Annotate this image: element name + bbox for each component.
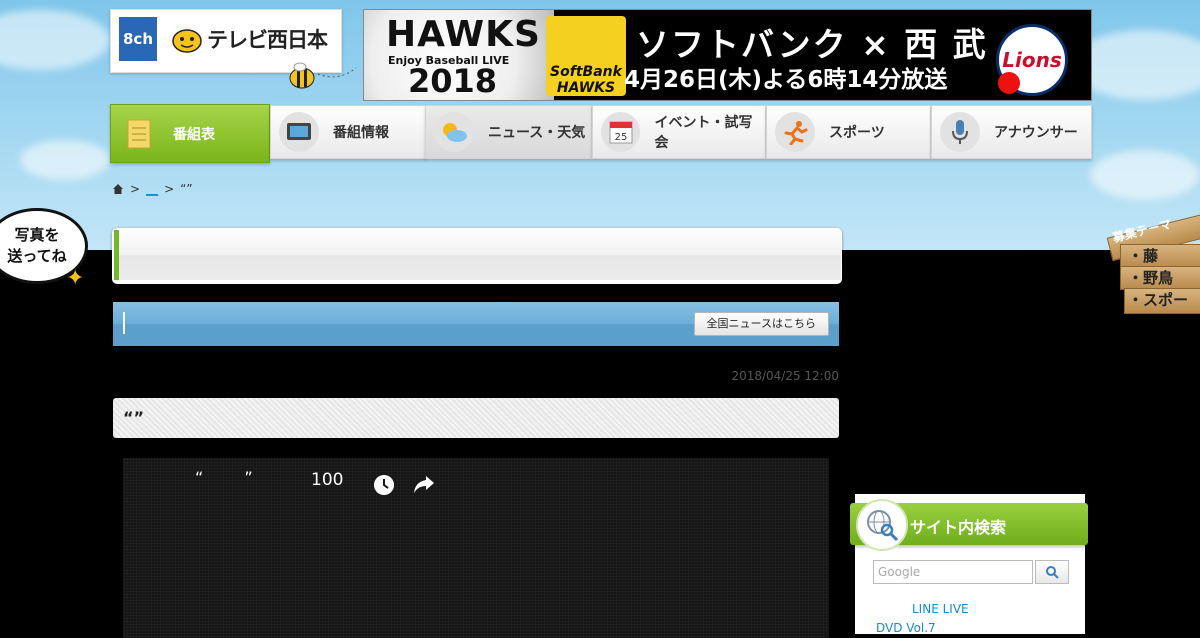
promo-banner[interactable]: HAWKS Enjoy Baseball LIVE 2018 SoftBank …: [363, 9, 1092, 101]
theme-item: ・野鳥: [1128, 269, 1174, 287]
globe-search-icon: [856, 499, 908, 551]
search-button[interactable]: [1035, 560, 1069, 584]
video-player[interactable]: “ ” 100: [123, 458, 829, 638]
sponsor-label: SoftBank HAWKS: [550, 64, 622, 96]
station-name: テレビ西日本: [207, 28, 328, 52]
sparkle-icon: ✦: [66, 266, 85, 291]
video-view-count: 100: [311, 470, 344, 490]
site-search-input[interactable]: Google: [873, 560, 1033, 584]
banner-matchup: ソフトバンク × 西 武: [636, 25, 988, 64]
red-ball-icon: [998, 72, 1020, 94]
bee-icon: [289, 62, 357, 89]
mascot-icon: [172, 29, 202, 53]
news-header-bar: 全国ニュースはこちら: [113, 302, 839, 346]
site-search-header: サイト内検索: [850, 499, 1088, 551]
nav-item-events[interactable]: 25 イベント・試写会: [592, 105, 766, 159]
site-search-title: サイト内検索: [910, 518, 1007, 537]
nav-item-schedule[interactable]: 番組表: [110, 104, 270, 163]
banner-date: 4月26日(木)よる6時14分放送: [624, 67, 948, 93]
national-news-button[interactable]: 全国ニュースはこちら: [693, 312, 829, 336]
article-timestamp: 2018/04/25 12:00: [731, 369, 839, 383]
global-nav: 番組表 番組情報 ニュース・天気 25 イベント・試写会 スポーツ アナウンサー: [110, 104, 1092, 163]
nav-label: アナウンサー: [994, 125, 1078, 141]
nav-label: 番組情報: [333, 125, 389, 141]
sidebar-link[interactable]: DVD Vol.7: [876, 621, 936, 635]
banner-year: 2018: [408, 62, 498, 100]
weather-icon: [434, 112, 474, 152]
tv-icon: [279, 112, 319, 152]
theme-board[interactable]: 募集テーマ ・藤 ・野鳥 ・スポー: [1106, 210, 1200, 314]
breadcrumb-current: “”: [180, 182, 193, 196]
banner-hawks: HAWKS: [386, 14, 541, 55]
page-title-box: [112, 228, 842, 284]
nav-item-news[interactable]: ニュース・天気: [425, 105, 592, 159]
nav-item-programs[interactable]: 番組情報: [270, 105, 427, 159]
news-bar-mark: [123, 312, 125, 334]
calendar-icon: 25: [601, 112, 641, 152]
hawks-logo: SoftBank HAWKS: [546, 16, 626, 96]
channel-badge: 8ch: [119, 17, 157, 61]
clock-icon[interactable]: [373, 474, 395, 496]
sidebar-link[interactable]: LINE LIVE: [912, 602, 969, 616]
breadcrumb-separator: >: [130, 182, 141, 196]
breadcrumb: > __ > “”: [112, 182, 193, 196]
nav-label: ニュース・天気: [488, 125, 586, 141]
page-title: [114, 230, 841, 280]
breadcrumb-separator: >: [164, 182, 175, 196]
nav-label: 番組表: [173, 126, 215, 143]
search-icon: [1046, 566, 1059, 579]
home-icon[interactable]: [112, 183, 124, 195]
article-title-box: “”: [113, 398, 839, 438]
schedule-icon: [119, 114, 159, 154]
share-icon[interactable]: [413, 474, 435, 494]
nav-label: スポーツ: [829, 125, 885, 141]
svg-text:25: 25: [614, 132, 627, 143]
nav-label: イベント・試写会: [654, 115, 753, 151]
bubble-line: 送ってね: [7, 247, 67, 265]
microphone-icon: [940, 112, 980, 152]
runner-icon: [775, 112, 815, 152]
article-title: “”: [123, 408, 145, 427]
theme-item: ・スポー: [1128, 291, 1189, 309]
video-title: “ ”: [195, 468, 271, 487]
nav-item-sports[interactable]: スポーツ: [766, 105, 931, 159]
theme-item: ・藤: [1128, 247, 1159, 265]
nav-item-announcers[interactable]: アナウンサー: [931, 105, 1092, 159]
breadcrumb-link[interactable]: __: [146, 182, 158, 196]
bubble-line: 写真を: [14, 226, 60, 244]
